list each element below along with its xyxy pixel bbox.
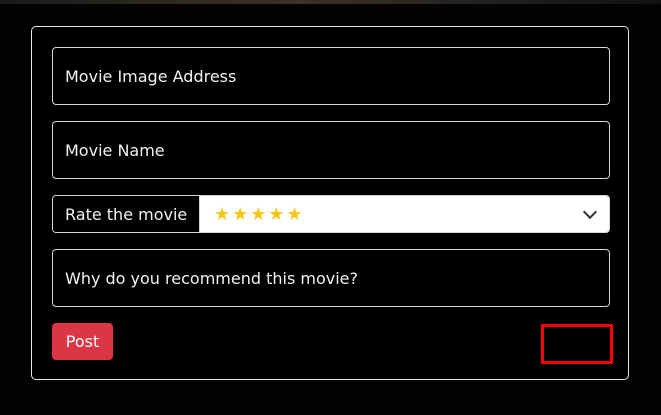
rating-label: Rate the movie bbox=[53, 196, 200, 232]
rating-select[interactable]: ★★★★★ bbox=[200, 196, 609, 232]
movie-image-address-input[interactable]: Movie Image Address bbox=[52, 47, 610, 105]
highlight-box bbox=[541, 324, 613, 364]
background-strip bbox=[0, 0, 661, 4]
movie-name-placeholder: Movie Name bbox=[65, 140, 165, 160]
post-button[interactable]: Post bbox=[52, 323, 113, 360]
chevron-down-icon bbox=[582, 204, 598, 220]
movie-form: Movie Image Address Movie Name Rate the … bbox=[31, 26, 629, 380]
recommendation-textarea[interactable]: Why do you recommend this movie? bbox=[52, 249, 610, 307]
page: Movie Image Address Movie Name Rate the … bbox=[0, 0, 661, 415]
movie-image-address-placeholder: Movie Image Address bbox=[65, 66, 237, 86]
rating-group: Rate the movie ★★★★★ bbox=[52, 195, 610, 233]
star-rating: ★★★★★ bbox=[214, 203, 305, 225]
movie-name-input[interactable]: Movie Name bbox=[52, 121, 610, 179]
recommendation-placeholder: Why do you recommend this movie? bbox=[65, 268, 358, 288]
